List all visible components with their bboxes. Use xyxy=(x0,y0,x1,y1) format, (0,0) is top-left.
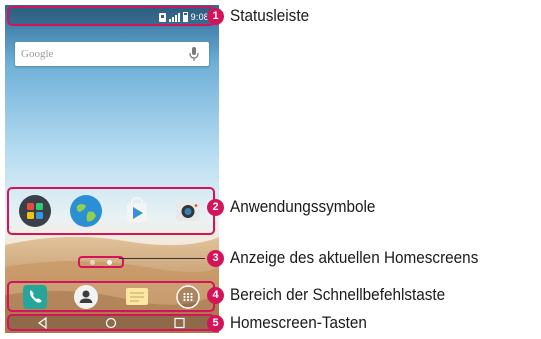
phone-icon[interactable] xyxy=(22,284,48,310)
battery-icon xyxy=(182,12,188,22)
play-store-icon[interactable] xyxy=(120,194,154,228)
microphone-icon[interactable] xyxy=(187,45,201,63)
google-search-widget[interactable]: Google xyxy=(15,42,209,66)
callout-label: Statusleiste xyxy=(230,6,310,25)
camera-icon[interactable] xyxy=(171,194,205,228)
contacts-icon[interactable] xyxy=(73,284,99,310)
callout-label: Homescreen-Tasten xyxy=(230,313,367,332)
phone-screen: 9:08 Google xyxy=(5,5,219,333)
callout-app-icons: 2 Anwendungssymbole xyxy=(207,195,392,219)
callout-number-badge: 4 xyxy=(207,286,224,304)
recent-apps-icon[interactable] xyxy=(172,317,186,329)
callout-number-badge: 1 xyxy=(207,7,224,25)
back-icon[interactable] xyxy=(36,316,50,329)
google-logo-text: Google xyxy=(21,48,54,60)
sim-card-icon xyxy=(158,12,166,22)
callout-number-badge: 5 xyxy=(207,314,224,332)
status-icons: 9:08 xyxy=(158,10,209,24)
messaging-icon[interactable] xyxy=(124,284,150,310)
status-bar[interactable]: 9:08 xyxy=(7,6,215,26)
callout-number-badge: 2 xyxy=(207,198,224,216)
callout-label: Anwendungssymbole xyxy=(230,197,376,216)
signal-strength-icon xyxy=(168,12,180,22)
page-dot-active[interactable] xyxy=(107,259,112,265)
home-page-indicator xyxy=(78,256,124,268)
apps-folder-icon[interactable] xyxy=(18,194,52,228)
apps-drawer-icon[interactable] xyxy=(175,284,201,310)
callout-label: Anzeige des aktuellen Homescreens xyxy=(230,248,479,267)
app-icons-row xyxy=(7,187,215,235)
home-touch-buttons xyxy=(7,314,215,331)
quick-key-dock xyxy=(7,281,215,312)
callout-label: Bereich der Schnellbefehlstaste xyxy=(230,285,446,304)
callout-quick-key-area: 4 Bereich der Schnellbefehlstaste xyxy=(207,283,469,307)
callout-home-touch-buttons: 5 Homescreen-Tasten xyxy=(207,311,382,335)
callout-status-bar: 1 Statusleiste xyxy=(207,4,318,28)
home-icon[interactable] xyxy=(104,317,118,329)
callout-leader-line xyxy=(119,258,205,259)
page-dot-inactive[interactable] xyxy=(90,259,95,265)
callout-page-indicator: 3 Anzeige des aktuellen Homescreens xyxy=(207,246,506,270)
callout-number-badge: 3 xyxy=(207,249,224,267)
browser-globe-icon[interactable] xyxy=(69,194,103,228)
